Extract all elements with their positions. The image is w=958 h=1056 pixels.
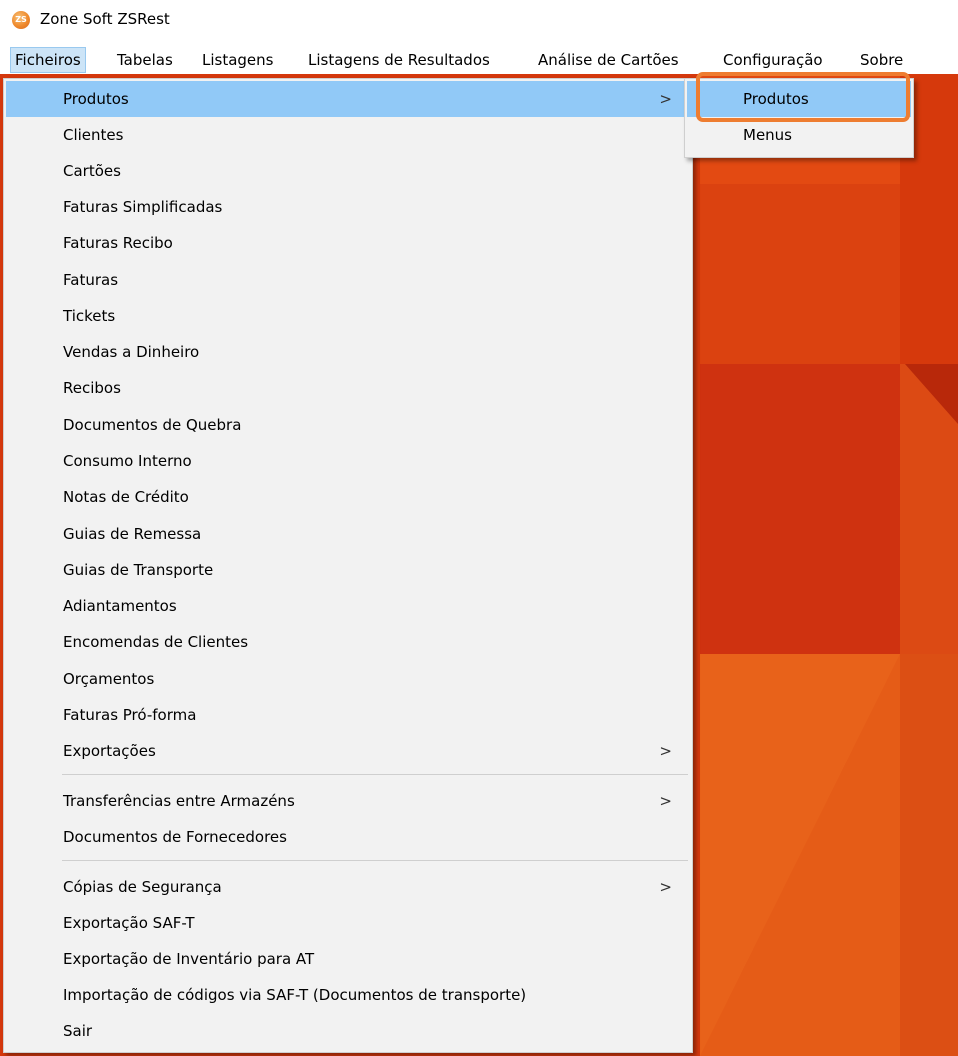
menu-item-vendas-a-dinheiro[interactable]: Vendas a Dinheiro xyxy=(6,334,690,370)
submenu-arrow-icon: > xyxy=(659,742,672,760)
menu-separator xyxy=(62,774,688,775)
title-bar: ZS Zone Soft ZSRest xyxy=(0,0,958,46)
menu-listagens[interactable]: Listagens xyxy=(198,47,277,73)
menu-item-produtos[interactable]: Produtos > xyxy=(6,81,690,117)
menu-item-tickets[interactable]: Tickets xyxy=(6,298,690,334)
menu-item-copias-de-seguranca[interactable]: Cópias de Segurança > xyxy=(6,869,690,905)
menu-item-transferencias-entre-armazens[interactable]: Transferências entre Armazéns > xyxy=(6,783,690,819)
submenu-arrow-icon: > xyxy=(659,90,672,108)
background-tile xyxy=(905,364,958,424)
menu-item-documentos-de-quebra[interactable]: Documentos de Quebra xyxy=(6,407,690,443)
menu-item-recibos[interactable]: Recibos xyxy=(6,370,690,406)
menu-item-importacao-de-codigos-via-saf-t[interactable]: Importação de códigos via SAF-T (Documen… xyxy=(6,977,690,1013)
menu-item-faturas-recibo[interactable]: Faturas Recibo xyxy=(6,225,690,261)
menu-item-guias-de-transporte[interactable]: Guias de Transporte xyxy=(6,552,690,588)
window-title: Zone Soft ZSRest xyxy=(40,10,170,28)
menu-item-encomendas-de-clientes[interactable]: Encomendas de Clientes xyxy=(6,624,690,660)
background-tile xyxy=(900,654,958,1056)
menu-ficheiros[interactable]: Ficheiros xyxy=(10,47,86,73)
submenu-item-menus[interactable]: Menus xyxy=(687,117,911,153)
ficheiros-dropdown-menu: Produtos > Clientes Cartões Faturas Simpl… xyxy=(3,78,693,1053)
menu-tabelas[interactable]: Tabelas xyxy=(113,47,177,73)
menu-item-sair[interactable]: Sair xyxy=(6,1013,690,1049)
background-tile xyxy=(700,364,900,654)
menu-item-label: Produtos xyxy=(63,90,129,108)
submenu-item-produtos[interactable]: Produtos xyxy=(687,81,911,117)
menu-item-exportacao-saf-t[interactable]: Exportação SAF-T xyxy=(6,905,690,941)
menu-item-faturas[interactable]: Faturas xyxy=(6,262,690,298)
menu-item-faturas-pro-forma[interactable]: Faturas Pró-forma xyxy=(6,697,690,733)
menu-item-consumo-interno[interactable]: Consumo Interno xyxy=(6,443,690,479)
menu-item-faturas-simplificadas[interactable]: Faturas Simplificadas xyxy=(6,189,690,225)
menu-bar: Ficheiros Tabelas Listagens Listagens de… xyxy=(0,46,958,74)
menu-item-notas-de-credito[interactable]: Notas de Crédito xyxy=(6,479,690,515)
menu-item-orcamentos[interactable]: Orçamentos xyxy=(6,661,690,697)
menu-item-exportacoes[interactable]: Exportações > xyxy=(6,733,690,769)
background-tile xyxy=(700,184,900,364)
menu-configuracao[interactable]: Configuração xyxy=(719,47,827,73)
zonesoft-app-icon: ZS xyxy=(12,11,30,29)
menu-item-guias-de-remessa[interactable]: Guias de Remessa xyxy=(6,516,690,552)
submenu-arrow-icon: > xyxy=(659,792,672,810)
produtos-submenu: Produtos Menus xyxy=(684,78,914,158)
menu-item-label: Cópias de Segurança xyxy=(63,878,222,896)
menu-item-exportacao-de-inventario-para-at[interactable]: Exportação de Inventário para AT xyxy=(6,941,690,977)
menu-item-adiantamentos[interactable]: Adiantamentos xyxy=(6,588,690,624)
menu-item-label: Transferências entre Armazéns xyxy=(63,792,295,810)
menu-item-label: Exportações xyxy=(63,742,156,760)
menu-sobre[interactable]: Sobre xyxy=(856,47,907,73)
menu-separator xyxy=(62,860,688,861)
menu-item-cartoes[interactable]: Cartões xyxy=(6,153,690,189)
menu-item-documentos-de-fornecedores[interactable]: Documentos de Fornecedores xyxy=(6,819,690,855)
background-tile xyxy=(700,654,900,1056)
submenu-arrow-icon: > xyxy=(659,878,672,896)
menu-analise-de-cartoes[interactable]: Análise de Cartões xyxy=(534,47,683,73)
menu-item-clientes[interactable]: Clientes xyxy=(6,117,690,153)
menu-listagens-de-resultados[interactable]: Listagens de Resultados xyxy=(304,47,494,73)
